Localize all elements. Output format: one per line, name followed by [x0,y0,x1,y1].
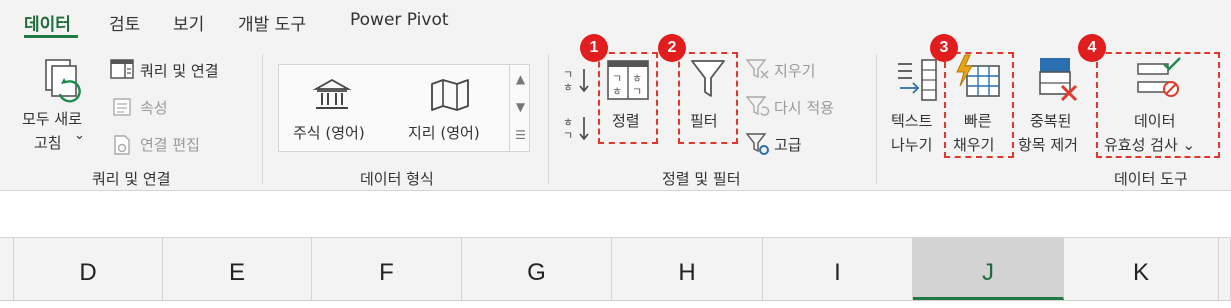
group-label-data-types: 데이터 형식 [360,170,434,188]
gallery-scroll-down[interactable]: ▼ [509,93,531,121]
callout-badge-3: 3 [930,34,958,62]
ribbon: 모두 새로 고침 ⌄ 쿼리 및 연결 속성 연결 편집 쿼리 및 연결 주식 (… [0,34,1231,191]
column-header-e[interactable]: E [163,238,312,300]
column-header-f[interactable]: F [312,238,462,300]
clear-filter-icon [745,59,769,79]
formula-bar-area[interactable] [0,191,1231,238]
properties-icon [113,98,131,116]
gallery-expand[interactable]: ☰ [509,121,531,151]
tab-review[interactable]: 검토 [109,10,140,35]
svg-text:ㅎ: ㅎ [612,85,622,98]
group-separator [876,54,877,184]
column-header-g[interactable]: G [462,238,612,300]
svg-text:ㄱ: ㄱ [632,85,642,98]
svg-text:ㄱ: ㄱ [563,68,573,81]
column-header-j[interactable]: J [913,238,1064,300]
tab-power-pivot[interactable]: Power Pivot [350,10,449,30]
column-header-d[interactable]: D [14,238,163,300]
remove-duplicates-label-2: 항목 제거 [1018,136,1078,154]
column-header-h[interactable]: H [612,238,763,300]
clear-label: 지우기 [774,62,816,80]
active-tab-indicator [24,35,78,38]
svg-text:ㅎ: ㅎ [632,72,642,85]
text-to-columns-label-1: 텍스트 [891,112,933,130]
advanced-label: 고급 [774,136,802,154]
tab-developer[interactable]: 개발 도구 [238,10,306,35]
queries-connections-label: 쿼리 및 연결 [140,62,219,80]
remove-duplicates-icon [1039,58,1078,102]
properties-label: 속성 [140,99,168,117]
group-label-sort-filter: 정렬 및 필터 [662,170,741,188]
bank-icon [312,78,352,109]
gallery-scroll-up[interactable]: ▲ [509,65,531,93]
flash-fill-icon [956,54,1000,97]
stocks-label: 주식 (영어) [293,124,365,142]
group-label-queries: 쿼리 및 연결 [92,170,171,188]
reapply-label: 다시 적용 [774,99,834,117]
column-header-k[interactable]: K [1064,238,1219,300]
svg-text:ㄱ: ㄱ [612,72,622,85]
refresh-caret: ⌄ [74,128,85,143]
edit-links-icon [114,135,130,155]
group-label-data-tools: 데이터 도구 [1114,170,1188,188]
geography-label: 지리 (영어) [408,124,480,142]
callout-badge-4: 4 [1078,34,1106,62]
remove-duplicates-label-1: 중복된 [1030,112,1072,130]
text-to-columns-label-2: 나누기 [891,136,933,154]
text-to-columns-icon [898,59,937,101]
data-validation-icon [1137,57,1181,97]
advanced-filter-icon [745,133,769,155]
edit-links-label: 연결 편집 [140,136,200,154]
map-icon [431,79,469,111]
tab-view[interactable]: 보기 [173,10,204,35]
column-header-i[interactable]: I [763,238,913,300]
data-validation-label-2: 유효성 검사 ⌄ [1104,136,1196,154]
sort-za-icon: ㅎ ㄱ [563,116,589,142]
group-separator [548,54,549,184]
flash-fill-label-1: 빠른 [964,112,992,130]
svg-text:ㅎ: ㅎ [563,81,573,94]
callout-badge-2: 2 [658,34,686,62]
data-validation-label-1: 데이터 [1134,112,1176,130]
sort-dialog-icon: ㄱ ㅎ ㅎ ㄱ [607,60,649,100]
refresh-all-label-2: 고침 [34,134,62,152]
tab-data[interactable]: 데이터 [24,10,71,35]
filter-label: 필터 [690,112,718,130]
column-header-l-partial[interactable] [1219,238,1231,300]
sort-label: 정렬 [612,112,640,130]
svg-text:ㄱ: ㄱ [563,129,573,142]
reapply-icon [745,96,770,116]
sort-az-icon: ㄱ ㅎ [563,68,589,94]
callout-badge-1: 1 [580,34,608,62]
row-header-corner[interactable] [0,238,14,300]
filter-funnel-icon [691,60,725,97]
ribbon-tab-bar: 데이터 검토 보기 개발 도구 Power Pivot [0,0,1231,40]
queries-connections-icon [110,59,134,79]
refresh-all-icon [45,59,81,103]
column-header-row: D E F G H I J K [0,238,1231,301]
svg-text:ㅎ: ㅎ [563,116,573,129]
flash-fill-label-2: 채우기 [953,136,995,154]
group-separator [262,54,263,184]
refresh-all-label-1: 모두 새로 [22,110,82,128]
